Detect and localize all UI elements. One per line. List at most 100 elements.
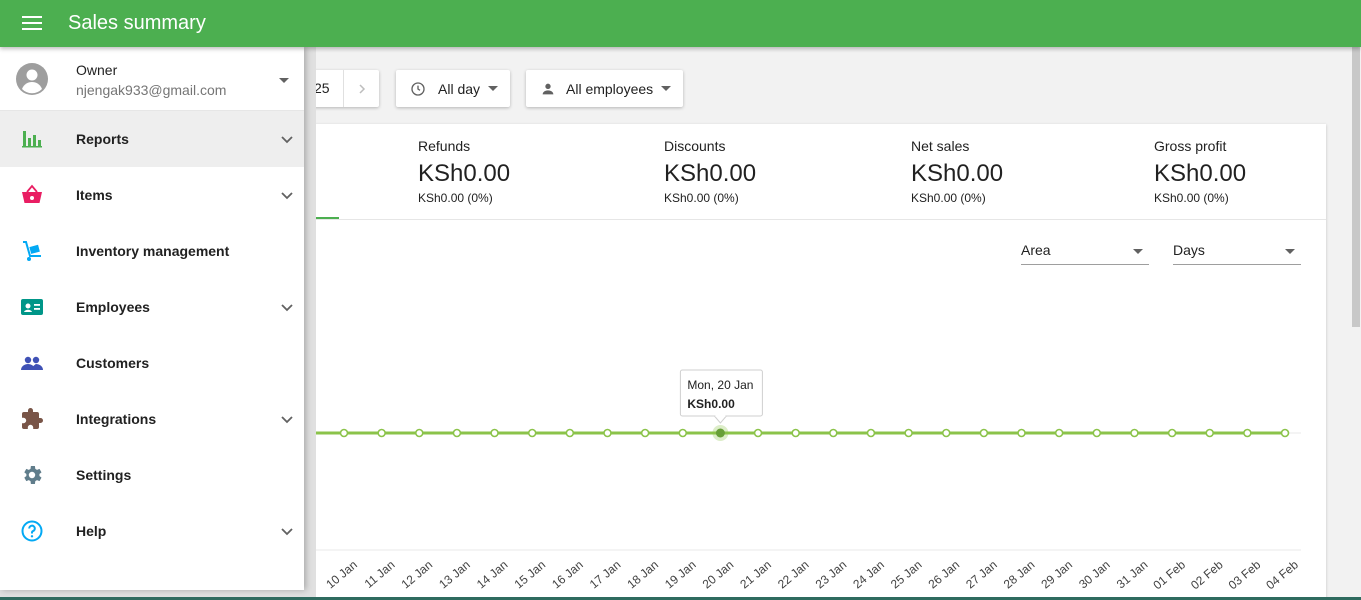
sidebar-item-label: Help: [76, 523, 107, 539]
sidebar-item-reports[interactable]: Reports: [0, 111, 304, 167]
page-title: Sales summary: [68, 12, 206, 34]
account-switcher[interactable]: Owner njengak933@gmail.com: [0, 47, 304, 111]
caret-down-icon: [279, 78, 289, 83]
sidebar-item-label: Customers: [76, 355, 150, 371]
data-point-active[interactable]: [715, 428, 725, 438]
sidebar-item-label: Employees: [76, 299, 150, 315]
data-point[interactable]: [527, 428, 537, 438]
x-tick-label: 10 Jan: [323, 558, 360, 592]
date-range-text: 25: [314, 80, 330, 96]
x-tick-label: 12 Jan: [399, 558, 436, 592]
x-tick-label: 28 Jan: [1001, 558, 1038, 592]
sales-chart[interactable]: 10 Jan 11 Jan 12 Jan 13 Jan 14 Jan 15 Jan 16 J…: [290, 124, 1326, 600]
person-icon: [542, 83, 554, 94]
data-point[interactable]: [1054, 428, 1064, 438]
x-tick-label: 14 Jan: [474, 558, 511, 592]
data-point[interactable]: [1243, 428, 1252, 438]
sales-summary-card: Refunds KSh0.00 KSh0.00 (0%) Discounts K…: [290, 124, 1326, 600]
sidebar-item-label: Integrations: [76, 411, 157, 427]
chevron-down-icon[interactable]: [279, 523, 295, 539]
data-point[interactable]: [1167, 428, 1177, 438]
data-point[interactable]: [866, 428, 876, 438]
navigation-drawer: Owner njengak933@gmail.com Reports Items I…: [0, 47, 304, 590]
sidebar-item-items[interactable]: Items: [0, 167, 304, 223]
clock-icon: [411, 81, 425, 96]
data-point[interactable]: [1017, 428, 1026, 438]
x-tick-label: 19 Jan: [662, 558, 699, 592]
hand-truck-icon: [20, 239, 44, 263]
data-point[interactable]: [414, 428, 424, 438]
sidebar-item-label: Reports: [76, 131, 129, 147]
basket-icon: [20, 183, 44, 207]
tooltip-arrow: [713, 415, 728, 424]
x-tick-label: 01 Feb: [1150, 557, 1188, 592]
sidebar-item-inventory-management[interactable]: Inventory management: [0, 223, 304, 279]
time-filter-button[interactable]: All day: [396, 70, 510, 107]
data-point[interactable]: [1280, 428, 1290, 438]
data-point[interactable]: [565, 428, 575, 438]
x-tick-label: 30 Jan: [1076, 558, 1113, 592]
data-point[interactable]: [1092, 428, 1102, 438]
time-filter-label: All day: [438, 80, 481, 97]
sidebar-item-employees[interactable]: Employees: [0, 279, 304, 335]
x-tick-label: 17 Jan: [587, 558, 624, 592]
sidebar-item-integrations[interactable]: Integrations: [0, 391, 304, 447]
sidebar-item-label: Items: [76, 187, 113, 203]
data-point[interactable]: [1130, 428, 1139, 438]
x-tick-label: 26 Jan: [926, 558, 963, 592]
chart-tooltip: Mon, 20 Jan KSh0.00: [679, 369, 763, 424]
gear-icon: [20, 463, 44, 487]
x-tick-label: 22 Jan: [775, 558, 812, 592]
x-tick-label: 27 Jan: [963, 558, 1000, 592]
chevron-down-icon[interactable]: [279, 187, 295, 203]
account-name: Owner: [76, 62, 118, 78]
chevron-right-icon: [358, 83, 365, 94]
x-tick-label: 16 Jan: [549, 558, 586, 592]
data-point[interactable]: [678, 428, 688, 438]
data-point[interactable]: [791, 428, 800, 438]
x-tick-label: 29 Jan: [1038, 558, 1075, 592]
people-icon: [20, 351, 44, 375]
data-point[interactable]: [603, 428, 612, 438]
x-tick-label: 03 Feb: [1226, 557, 1264, 592]
x-tick-label: 13 Jan: [436, 558, 473, 592]
menu-icon[interactable]: [20, 13, 44, 35]
caret-down-icon: [661, 86, 672, 91]
sidebar-item-help[interactable]: Help: [0, 503, 304, 559]
employee-filter-button[interactable]: All employees: [526, 70, 683, 107]
chevron-down-icon[interactable]: [279, 131, 295, 147]
puzzle-icon: [20, 407, 44, 431]
chevron-down-icon[interactable]: [279, 299, 295, 315]
employee-filter-label: All employees: [566, 80, 654, 97]
data-point[interactable]: [941, 428, 951, 438]
avatar-icon: [16, 63, 48, 95]
tooltip-arrow-join: [715, 414, 726, 417]
chevron-down-icon[interactable]: [279, 411, 295, 427]
x-tick-label: 23 Jan: [813, 558, 850, 592]
sidebar-item-label: Settings: [76, 467, 132, 483]
tooltip-value: KSh0.00: [687, 397, 735, 411]
data-point[interactable]: [452, 428, 462, 438]
data-point[interactable]: [979, 428, 989, 438]
data-point[interactable]: [1205, 428, 1215, 438]
x-tick-label: 04 Feb: [1263, 557, 1301, 592]
scrollbar-thumb[interactable]: [1352, 47, 1360, 327]
sidebar-item-customers[interactable]: Customers: [0, 335, 304, 391]
x-tick-label: 24 Jan: [850, 558, 887, 592]
data-point[interactable]: [377, 428, 386, 438]
x-tick-label: 25 Jan: [888, 558, 925, 592]
caret-down-icon: [488, 86, 499, 91]
x-tick-label: 20 Jan: [700, 558, 737, 592]
bar-chart-icon: [20, 127, 44, 151]
data-point[interactable]: [640, 428, 650, 438]
data-point[interactable]: [829, 428, 838, 438]
account-email: njengak933@gmail.com: [76, 82, 227, 98]
data-point[interactable]: [753, 428, 763, 438]
x-tick-label: 11 Jan: [362, 558, 398, 591]
help-icon: [20, 519, 44, 543]
next-period-button[interactable]: [343, 70, 379, 107]
data-point[interactable]: [904, 428, 913, 438]
sidebar-item-settings[interactable]: Settings: [0, 447, 304, 503]
data-point[interactable]: [339, 428, 349, 438]
data-point[interactable]: [490, 428, 499, 438]
